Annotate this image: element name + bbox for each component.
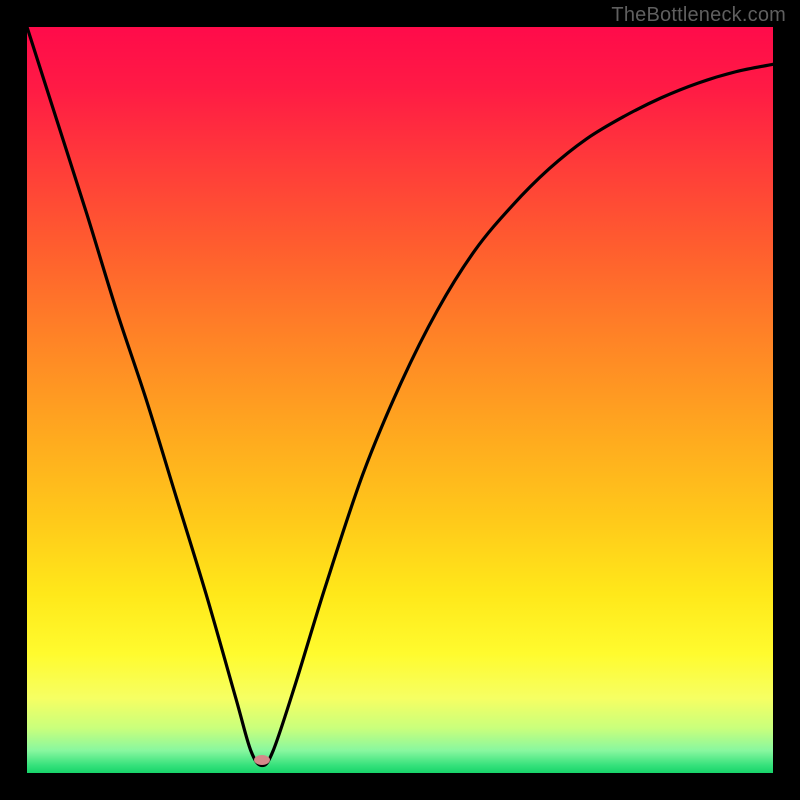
plot-area xyxy=(27,27,773,773)
chart-frame: TheBottleneck.com xyxy=(0,0,800,800)
watermark-text: TheBottleneck.com xyxy=(611,4,786,27)
optimal-point-marker xyxy=(254,755,270,765)
bottleneck-curve xyxy=(27,27,773,773)
